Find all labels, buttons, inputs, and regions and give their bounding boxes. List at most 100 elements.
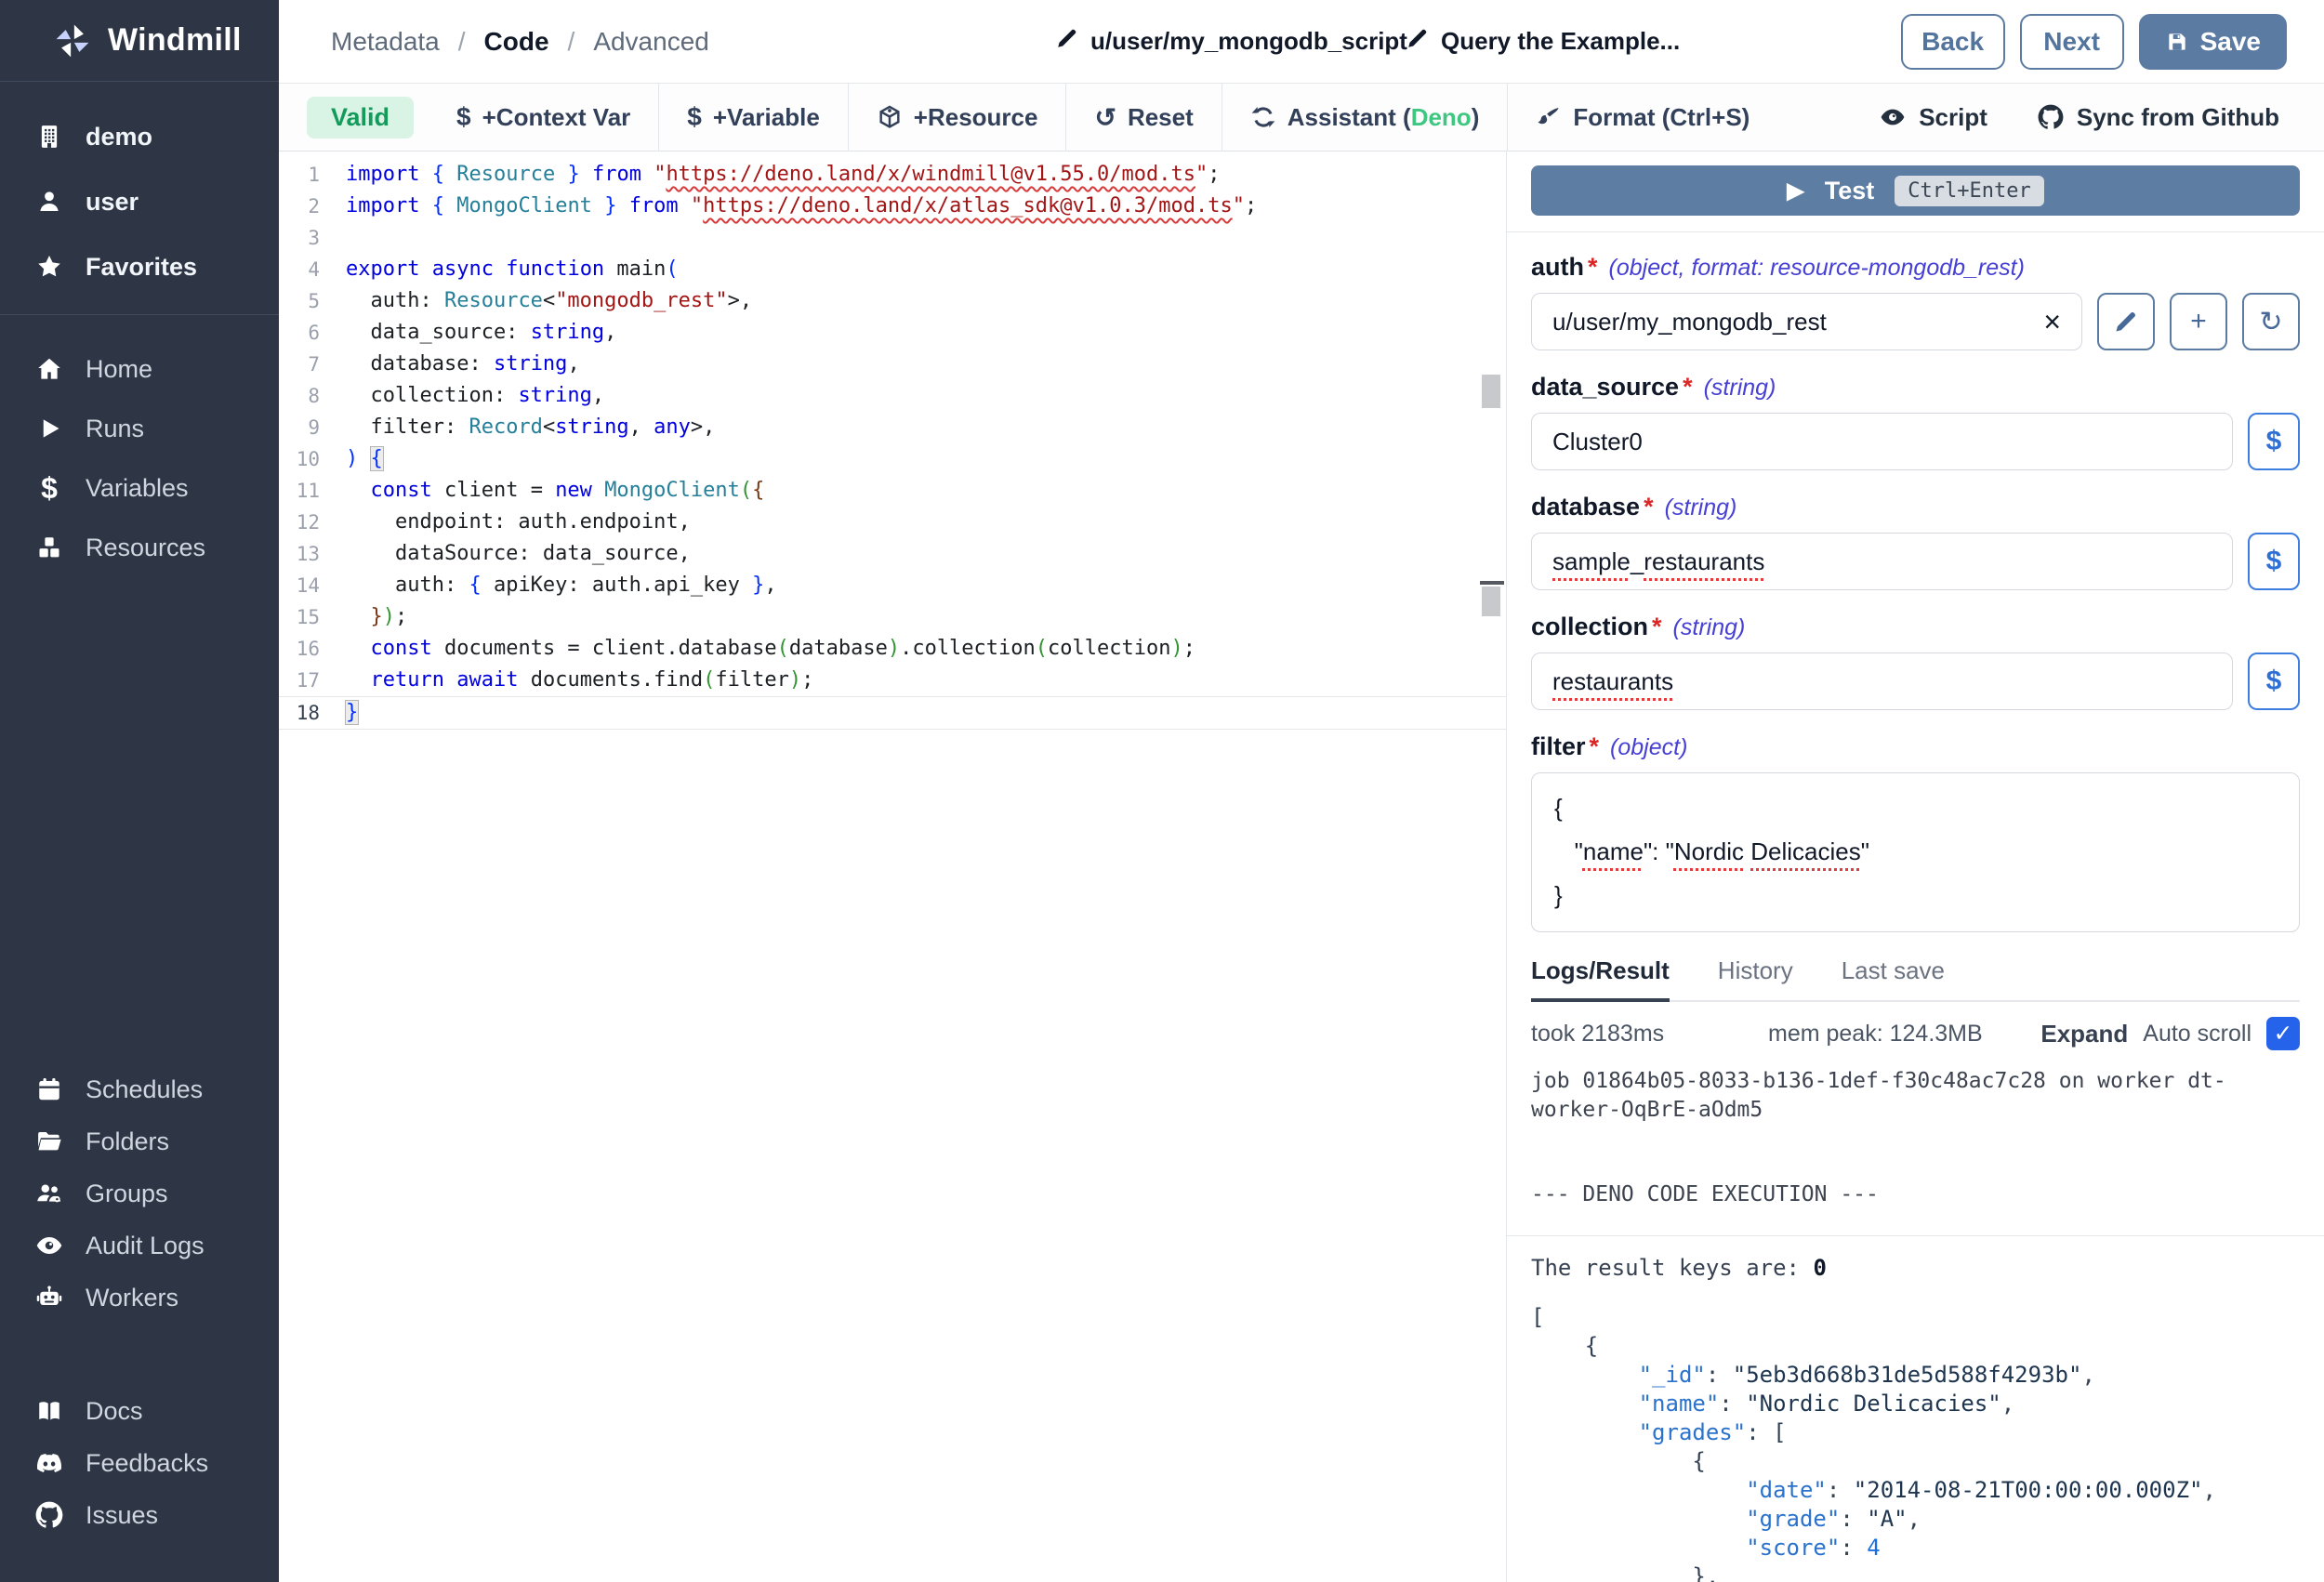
code-editor[interactable]: 1import { Resource } from "https://deno.…: [279, 152, 1506, 1582]
eye-icon: [33, 1230, 65, 1261]
code-line-2[interactable]: 2import { MongoClient } from "https://de…: [279, 191, 1506, 222]
sidebar-item-folders[interactable]: Folders: [0, 1115, 279, 1167]
code-line-5[interactable]: 5 auth: Resource<"mongodb_rest">,: [279, 285, 1506, 317]
edit-resource-button[interactable]: [2097, 293, 2155, 350]
add-variable-label: +Variable: [713, 103, 820, 132]
script-path[interactable]: u/user/my_mongodb_script: [1055, 26, 1407, 57]
cubes-icon: [33, 532, 65, 563]
save-button[interactable]: Save: [2139, 14, 2287, 70]
breadcrumb-code[interactable]: Code: [484, 27, 549, 57]
play-icon: ▶: [1787, 178, 1803, 204]
sidebar-item-audit-logs[interactable]: Audit Logs: [0, 1219, 279, 1272]
result-keys-value: 0: [1813, 1255, 1826, 1281]
reset-icon: ↺: [1094, 102, 1116, 133]
add-resource-label: +Resource: [914, 103, 1038, 132]
breadcrumb-advanced[interactable]: Advanced: [593, 27, 709, 57]
sync-from-github-label: Sync from Github: [2077, 103, 2279, 132]
database-input[interactable]: sample_restaurants: [1531, 533, 2233, 590]
result-json-line: {: [1531, 1332, 2300, 1361]
tab-last-save[interactable]: Last save: [1842, 956, 1945, 1000]
editor-scrollbar-thumb[interactable]: [1482, 375, 1500, 408]
data-source-input[interactable]: Cluster0: [1531, 413, 2233, 470]
code-line-3[interactable]: 3: [279, 222, 1506, 254]
filter-json-line[interactable]: {: [1554, 786, 2277, 830]
add-resource-inline-button[interactable]: +: [2170, 293, 2227, 350]
result-json-line: "_id": "5eb3d668b31de5d588f4293b",: [1531, 1361, 2300, 1390]
line-number: 7: [279, 349, 346, 380]
collection-input[interactable]: restaurants: [1531, 653, 2233, 710]
sidebar-item-favorites[interactable]: Favorites: [0, 234, 279, 299]
script-kind-label: Script: [1919, 103, 1987, 132]
calendar-icon: [33, 1074, 65, 1105]
database-field-row: sample_restaurants $: [1531, 533, 2300, 590]
code-line-1[interactable]: 1import { Resource } from "https://deno.…: [279, 159, 1506, 191]
add-resource-button[interactable]: +Resource: [849, 96, 1066, 138]
tab-logs-result[interactable]: Logs/Result: [1531, 956, 1670, 1002]
sidebar-item-groups[interactable]: Groups: [0, 1167, 279, 1219]
sidebar-item-issues[interactable]: Issues: [0, 1489, 279, 1541]
data-source-var-picker-button[interactable]: $: [2248, 413, 2300, 470]
sync-from-github-button[interactable]: Sync from Github: [2038, 103, 2279, 132]
script-kind-button[interactable]: Script: [1880, 103, 1987, 132]
test-button[interactable]: ▶ Test Ctrl+Enter: [1531, 165, 2300, 216]
sidebar-item-workers[interactable]: Workers: [0, 1272, 279, 1324]
sidebar-item-home[interactable]: Home: [0, 339, 279, 399]
save-label: Save: [2200, 27, 2261, 57]
next-button[interactable]: Next: [2020, 14, 2124, 70]
assistant-button[interactable]: Assistant (Deno): [1222, 96, 1508, 138]
script-path-text: u/user/my_mongodb_script: [1090, 27, 1407, 56]
script-summary[interactable]: Query the Example...: [1406, 26, 1680, 57]
filter-json-line[interactable]: "name": "Nordic Delicacies": [1554, 830, 2277, 874]
code-line-9[interactable]: 9 filter: Record<string, any>,: [279, 412, 1506, 443]
code-line-6[interactable]: 6 data_source: string,: [279, 317, 1506, 349]
sidebar-item-label: Home: [86, 355, 152, 384]
required-star: *: [1683, 373, 1693, 402]
sidebar-item-schedules[interactable]: Schedules: [0, 1063, 279, 1115]
add-context-var-button[interactable]: $ +Context Var: [429, 96, 658, 138]
required-star: *: [1644, 493, 1654, 521]
code-line-14[interactable]: 14 auth: { apiKey: auth.api_key },: [279, 570, 1506, 601]
filter-json-editor[interactable]: { "name": "Nordic Delicacies"}: [1531, 772, 2300, 932]
filter-json-line[interactable]: }: [1554, 874, 2277, 917]
log-output: job 01864b05-8033-b136-1def-f30c48ac7c28…: [1507, 1050, 2324, 1209]
sidebar-item-resources[interactable]: Resources: [0, 518, 279, 577]
collection-var-picker-button[interactable]: $: [2248, 653, 2300, 710]
editor-scrollbar-thumb2[interactable]: [1482, 587, 1500, 616]
code-line-11[interactable]: 11 const client = new MongoClient({: [279, 475, 1506, 507]
sidebar-item-feedbacks[interactable]: Feedbacks: [0, 1437, 279, 1489]
sidebar-item-label: Docs: [86, 1397, 143, 1426]
sidebar-item-demo[interactable]: demo: [0, 104, 279, 169]
format-button[interactable]: Format (Ctrl+S): [1508, 96, 1777, 138]
sidebar-item-user[interactable]: user: [0, 169, 279, 234]
code-line-17[interactable]: 17 return await documents.find(filter);: [279, 665, 1506, 696]
sidebar-item-docs[interactable]: Docs: [0, 1385, 279, 1437]
add-variable-button[interactable]: $ +Variable: [659, 96, 848, 138]
database-var-picker-button[interactable]: $: [2248, 533, 2300, 590]
github-icon: [2038, 104, 2064, 130]
reset-button[interactable]: ↺ Reset: [1066, 96, 1221, 138]
code-line-13[interactable]: 13 dataSource: data_source,: [279, 538, 1506, 570]
tab-history[interactable]: History: [1718, 956, 1793, 1000]
refresh-resource-button[interactable]: ↻: [2242, 293, 2300, 350]
sidebar-header[interactable]: Windmill: [0, 0, 279, 82]
code-line-8[interactable]: 8 collection: string,: [279, 380, 1506, 412]
autoscroll-checkbox[interactable]: ✓: [2266, 1017, 2300, 1050]
code-line-10[interactable]: 10) {: [279, 443, 1506, 475]
code-line-16[interactable]: 16 const documents = client.database(dat…: [279, 633, 1506, 665]
code-line-4[interactable]: 4export async function main(: [279, 254, 1506, 285]
sidebar-item-runs[interactable]: Runs: [0, 399, 279, 458]
clear-icon[interactable]: ×: [2043, 307, 2061, 336]
code-line-7[interactable]: 7 database: string,: [279, 349, 1506, 380]
code-line-15[interactable]: 15 });: [279, 601, 1506, 633]
field-name: auth: [1531, 253, 1584, 282]
breadcrumb-metadata[interactable]: Metadata: [331, 27, 440, 57]
code-line-18[interactable]: 18}: [279, 696, 1506, 730]
result-json-line: "grades": [: [1531, 1418, 2300, 1447]
expand-button[interactable]: Expand: [2040, 1020, 2128, 1048]
person-icon: [33, 186, 65, 218]
auth-field-row: u/user/my_mongodb_rest × + ↻: [1531, 293, 2300, 350]
back-button[interactable]: Back: [1901, 14, 2005, 70]
sidebar-item-variables[interactable]: $Variables: [0, 458, 279, 518]
auth-resource-input[interactable]: u/user/my_mongodb_rest ×: [1531, 293, 2082, 350]
code-line-12[interactable]: 12 endpoint: auth.endpoint,: [279, 507, 1506, 538]
